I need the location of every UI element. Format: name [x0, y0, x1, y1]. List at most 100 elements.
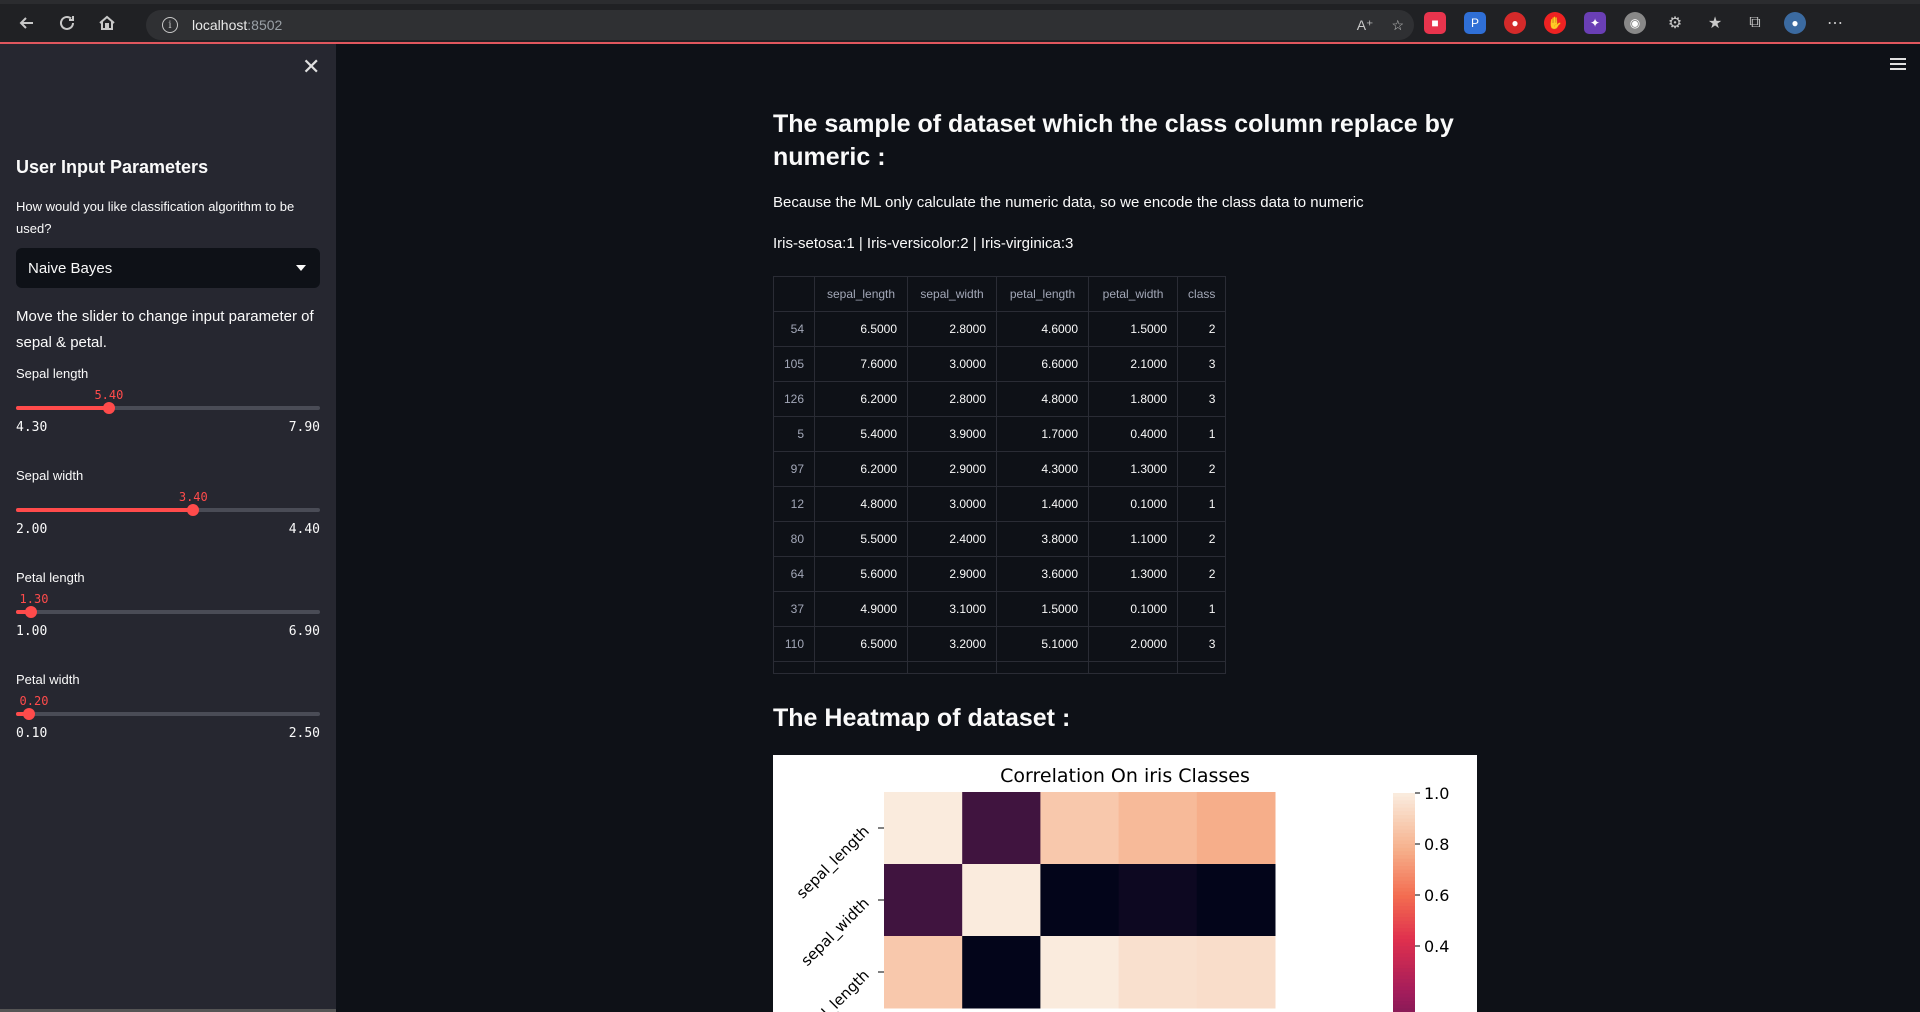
- favorite-star-icon[interactable]: ☆: [1391, 17, 1404, 34]
- slider-track[interactable]: [16, 708, 320, 720]
- colorbar-segment: [1393, 829, 1415, 834]
- slider-thumb[interactable]: [22, 708, 35, 720]
- back-icon[interactable]: [14, 10, 40, 36]
- colorbar-segment: [1393, 858, 1415, 863]
- puzzle-icon[interactable]: ⚙: [1664, 12, 1686, 34]
- heatmap-cell: [1040, 864, 1120, 937]
- table-row[interactable]: 12 4.8000 3.0000 1.4000 0.1000 1: [772, 486, 1227, 522]
- table-cell: 6.5000: [814, 311, 909, 347]
- slider-petal-length[interactable]: Petal length 1.30 1.00 6.90: [16, 570, 320, 650]
- colorbar-segment: [1393, 968, 1415, 973]
- table-cell: 2: [1177, 451, 1227, 487]
- table-cell: 3.0000: [907, 486, 998, 522]
- column-header[interactable]: sepal_width: [907, 276, 998, 312]
- colorbar-segment: [1393, 979, 1415, 984]
- dataset-table[interactable]: sepal_length sepal_width petal_length pe…: [772, 276, 1227, 674]
- colorbar-segment: [1393, 891, 1415, 896]
- chart-title: Correlation On iris Classes: [1000, 765, 1250, 787]
- algorithm-select[interactable]: Naive Bayes: [16, 248, 320, 288]
- extension-icon[interactable]: ✋: [1544, 12, 1566, 34]
- sidebar-title: User Input Parameters: [16, 157, 209, 177]
- table-cell: 2: [1177, 311, 1227, 347]
- row-index-cell: 97: [772, 451, 816, 487]
- table-cell: 1: [1177, 416, 1227, 452]
- colorbar-segment: [1393, 1001, 1415, 1006]
- table-row[interactable]: 80 5.5000 2.4000 3.8000 1.1000 2: [772, 521, 1227, 557]
- colorbar-segment: [1393, 873, 1415, 878]
- table-row[interactable]: 37 4.9000 3.1000 1.5000 0.1000 1: [772, 591, 1227, 627]
- colorbar-segment: [1393, 990, 1415, 995]
- colorbar-segment: [1393, 898, 1415, 904]
- info-icon[interactable]: i: [162, 17, 178, 33]
- hamburger-menu-icon[interactable]: [1890, 58, 1906, 73]
- slider-max: 6.90: [288, 624, 320, 639]
- colorbar-segment: [1393, 971, 1415, 977]
- table-row[interactable]: 97 6.2000 2.9000 4.3000 1.3000 2: [772, 451, 1227, 487]
- slider-sepal-length[interactable]: Sepal length 5.40 4.30 7.90: [16, 366, 320, 446]
- colorbar-segment: [1393, 964, 1415, 969]
- table-cell: [907, 661, 998, 674]
- heatmap-cell: [1040, 936, 1120, 1009]
- row-index-cell: 12: [772, 486, 816, 522]
- extension-icon[interactable]: ●: [1504, 12, 1526, 34]
- address-bar[interactable]: i localhost:8502 A⁺ ☆: [146, 10, 1414, 40]
- heatmap-row-label: sepal_width: [797, 894, 873, 970]
- row-index-cell: 110: [772, 626, 816, 662]
- table-cell: 2: [1177, 521, 1227, 557]
- extension-icon[interactable]: ✦: [1584, 12, 1606, 34]
- slider-thumb[interactable]: [102, 402, 115, 414]
- colorbar-segment: [1393, 953, 1415, 958]
- row-index-cell: 5: [772, 416, 816, 452]
- extension-icon[interactable]: P: [1464, 12, 1486, 34]
- colorbar-segment: [1393, 924, 1415, 929]
- slider-sepal-width[interactable]: Sepal width 3.40 2.00 4.40: [16, 468, 320, 548]
- table-row[interactable]: 64 5.6000 2.9000 3.6000 1.3000 2: [772, 556, 1227, 592]
- column-header[interactable]: class: [1177, 276, 1227, 312]
- read-aloud-icon[interactable]: A⁺: [1357, 17, 1374, 34]
- colorbar-segment: [1393, 876, 1415, 882]
- extension-icon[interactable]: ■: [1424, 12, 1446, 34]
- colorbar-segment: [1393, 917, 1415, 922]
- table-cell: 6.6000: [996, 346, 1090, 382]
- colorbar-tick-label: 0.8: [1424, 835, 1449, 854]
- table-row[interactable]: 54 6.5000 2.8000 4.6000 1.5000 2: [772, 311, 1227, 347]
- table-cell: 0.1000: [1088, 486, 1179, 522]
- table-cell: 4.8000: [996, 381, 1090, 417]
- colorbar-segment: [1393, 913, 1415, 918]
- heatmap-cell: [1196, 792, 1276, 865]
- table-cell: 1.5000: [1088, 311, 1179, 347]
- table-cell: 5.6000: [814, 556, 909, 592]
- colorbar-segment: [1393, 803, 1415, 809]
- colorbar-segment: [1393, 949, 1415, 955]
- table-cell: 3: [1177, 346, 1227, 382]
- slider-thumb[interactable]: [25, 606, 38, 618]
- heatmap-cell: [1196, 936, 1276, 1009]
- colorbar-segment: [1393, 975, 1415, 980]
- table-cell: 1.8000: [1088, 381, 1179, 417]
- column-header[interactable]: petal_width: [1088, 276, 1179, 312]
- slider-track[interactable]: [16, 606, 320, 618]
- slider-petal-width[interactable]: Petal width 0.20 0.10 2.50: [16, 672, 320, 752]
- table-row[interactable]: 126 6.2000 2.8000 4.8000 1.8000 3: [772, 381, 1227, 417]
- table-row[interactable]: 110 6.5000 3.2000 5.1000 2.0000 3: [772, 626, 1227, 662]
- table-cell: [996, 661, 1090, 674]
- slider-current-value: 5.40: [94, 388, 124, 402]
- slider-track[interactable]: [16, 504, 320, 516]
- more-menu-icon[interactable]: ⋯: [1824, 12, 1846, 34]
- table-row[interactable]: 105 7.6000 3.0000 6.6000 2.1000 3: [772, 346, 1227, 382]
- collections-icon[interactable]: ⧉: [1744, 12, 1766, 34]
- home-icon[interactable]: [94, 10, 120, 36]
- row-index-cell: 80: [772, 521, 816, 557]
- favorites-icon[interactable]: ★: [1704, 12, 1726, 34]
- slider-thumb[interactable]: [187, 504, 200, 516]
- close-sidebar-icon[interactable]: ✕: [302, 54, 320, 80]
- table-row[interactable]: 5 5.4000 3.9000 1.7000 0.4000 1: [772, 416, 1227, 452]
- column-header[interactable]: sepal_length: [814, 276, 909, 312]
- colorbar-segment: [1393, 946, 1415, 951]
- table-cell: 2.9000: [907, 451, 998, 487]
- profile-avatar[interactable]: ●: [1784, 12, 1806, 34]
- refresh-icon[interactable]: [54, 10, 80, 36]
- column-header[interactable]: petal_length: [996, 276, 1090, 312]
- extension-icon[interactable]: ◉: [1624, 12, 1646, 34]
- slider-track[interactable]: [16, 402, 320, 414]
